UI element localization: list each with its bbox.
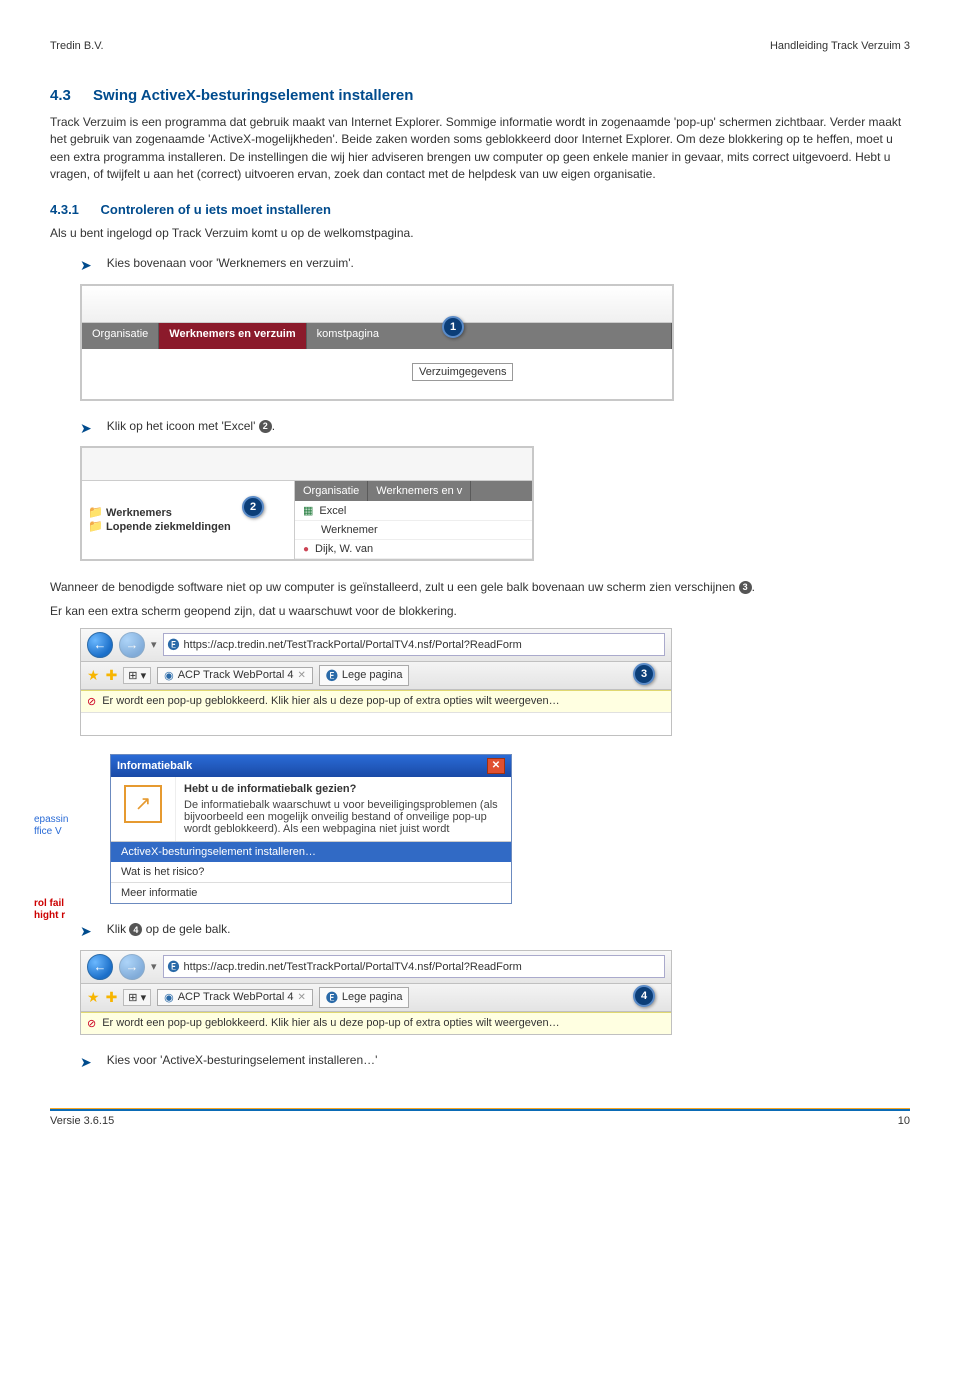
- header-company: Tredin B.V.: [50, 40, 104, 52]
- arrow-icon: ➤: [80, 1053, 92, 1073]
- blocked-icon: ⊘: [87, 695, 96, 708]
- subsection-heading: 4.3.1 Controleren of u iets moet install…: [50, 202, 910, 217]
- close-icon[interactable]: ✕: [297, 670, 305, 681]
- address-bar[interactable]: 🅔 https://acp.tredin.net/TestTrackPortal…: [163, 955, 665, 978]
- arrow-icon: ➤: [80, 256, 92, 276]
- browser-tab-lege[interactable]: 🅔Lege pagina: [319, 665, 410, 686]
- intro-paragraph: Track Verzuim is een programma dat gebru…: [50, 114, 910, 184]
- subsection-title: Controleren of u iets moet installeren: [101, 202, 331, 217]
- browser-tab-acp[interactable]: ◉ACP Track WebPortal 4✕: [157, 989, 313, 1006]
- popup-blocked-bar[interactable]: ⊘ Er wordt een pop-up geblokkeerd. Klik …: [81, 690, 671, 712]
- history-dropdown-icon[interactable]: ▾: [151, 960, 157, 973]
- nav-forward-button[interactable]: →: [119, 632, 145, 658]
- page-icon: 🅔: [168, 636, 180, 653]
- tab-organisatie[interactable]: Organisatie: [295, 481, 368, 501]
- screenshot-tabs: Organisatie Werknemers en verzuim komstp…: [80, 284, 674, 401]
- tab-werknemers-verzuim[interactable]: Werknemers en verzuim: [159, 323, 306, 349]
- footer-version: Versie 3.6.15: [50, 1115, 114, 1127]
- menu-more-info[interactable]: Meer informatie: [111, 882, 511, 903]
- callout-badge-3: 3: [633, 663, 655, 685]
- quick-tabs-icon[interactable]: ⊞ ▾: [123, 989, 151, 1006]
- row-excel[interactable]: ▦Excel: [295, 501, 532, 521]
- info-arrow-icon: ↗: [124, 785, 162, 823]
- section-number: 4.3: [50, 87, 71, 104]
- section-heading: 4.3 Swing ActiveX-besturingselement inst…: [50, 87, 910, 104]
- bullet-2: Klik op het icoon met 'Excel' 2.: [107, 419, 275, 433]
- footer-page-number: 10: [898, 1115, 910, 1127]
- bullet-1: Kies bovenaan voor 'Werknemers en verzui…: [107, 256, 354, 270]
- sidebar-item-lopende[interactable]: 📁 Lopende ziekmeldingen: [88, 519, 288, 533]
- add-favorite-icon[interactable]: ✚: [106, 989, 118, 1006]
- cropped-text-left: epassin ffice V rol fail hight r: [34, 814, 68, 922]
- nav-back-button[interactable]: ←: [87, 632, 113, 658]
- blocked-icon: ⊘: [87, 1017, 96, 1030]
- callout-badge-4: 4: [633, 985, 655, 1007]
- info-question: Hebt u de informatiebalk gezien?: [184, 783, 356, 795]
- quick-tabs-icon[interactable]: ⊞ ▾: [123, 667, 151, 684]
- folder-icon: 📁: [88, 519, 103, 533]
- screenshot-infobalk: Informatiebalk ✕ ↗ Hebt u de informatieb…: [110, 754, 512, 904]
- row-werknemer-header: Werknemer: [295, 521, 532, 540]
- arrow-icon: ➤: [80, 419, 92, 439]
- tab-werknemers[interactable]: Werknemers en v: [368, 481, 471, 501]
- history-dropdown-icon[interactable]: ▾: [151, 638, 157, 651]
- subsection-intro: Als u bent ingelogd op Track Verzuim kom…: [50, 225, 910, 242]
- callout-badge-2: 2: [242, 496, 264, 518]
- folder-icon: 📁: [88, 505, 103, 519]
- inline-badge-3: 3: [739, 581, 752, 594]
- browser-tab-lege[interactable]: 🅔Lege pagina: [319, 987, 410, 1008]
- popup-blocked-bar[interactable]: ⊘ Er wordt een pop-up geblokkeerd. Klik …: [81, 1012, 671, 1034]
- callout-badge-1: 1: [442, 316, 464, 338]
- nav-back-button[interactable]: ←: [87, 954, 113, 980]
- info-body-text: De informatiebalk waarschuwt u voor beve…: [184, 799, 503, 835]
- favorites-icon[interactable]: ★: [87, 989, 100, 1006]
- close-button[interactable]: ✕: [487, 758, 505, 774]
- header-doc-title: Handleiding Track Verzuim 3: [770, 40, 910, 52]
- page-icon: 🅔: [326, 667, 338, 684]
- page-icon: 🅔: [326, 989, 338, 1006]
- add-favorite-icon[interactable]: ✚: [106, 667, 118, 684]
- dropdown-verzuimgegevens[interactable]: Verzuimgegevens: [412, 363, 513, 381]
- tab-organisatie[interactable]: Organisatie: [82, 323, 159, 349]
- footer-rule: [50, 1108, 910, 1111]
- window-title: Informatiebalk: [117, 760, 192, 772]
- tab-welkomstpagina[interactable]: komstpagina: [307, 323, 672, 349]
- mid-paragraph-2: Er kan een extra scherm geopend zijn, da…: [50, 603, 910, 620]
- address-bar[interactable]: 🅔 https://acp.tredin.net/TestTrackPortal…: [163, 633, 665, 656]
- inline-badge-2: 2: [259, 420, 272, 433]
- inline-badge-4: 4: [129, 923, 142, 936]
- bullet-3: Klik 4 op de gele balk.: [107, 922, 231, 936]
- arrow-icon: ➤: [80, 922, 92, 942]
- menu-risk[interactable]: Wat is het risico?: [111, 862, 511, 882]
- screenshot-excel: 📁 Werknemers 📁 Lopende ziekmeldingen Org…: [80, 446, 534, 561]
- screenshot-ie-popup: ← → ▾ 🅔 https://acp.tredin.net/TestTrack…: [80, 628, 672, 736]
- favorites-icon[interactable]: ★: [87, 667, 100, 684]
- browser-tab-acp[interactable]: ◉ACP Track WebPortal 4✕: [157, 667, 313, 684]
- screenshot-ie-popup-2: ← → ▾ 🅔 https://acp.tredin.net/TestTrack…: [80, 950, 672, 1035]
- page-icon: 🅔: [168, 958, 180, 975]
- close-icon[interactable]: ✕: [297, 992, 305, 1003]
- row-person[interactable]: ●Dijk, W. van: [295, 540, 532, 559]
- excel-icon: ▦: [303, 504, 313, 517]
- bullet-4: Kies voor 'ActiveX-besturingselement ins…: [107, 1053, 378, 1067]
- nav-forward-button[interactable]: →: [119, 954, 145, 980]
- user-icon: ●: [303, 544, 309, 555]
- section-title: Swing ActiveX-besturingselement installe…: [93, 87, 413, 104]
- mid-paragraph-1: Wanneer de benodigde software niet op uw…: [50, 579, 910, 596]
- subsection-number: 4.3.1: [50, 202, 79, 217]
- menu-install-activex[interactable]: ActiveX-besturingselement installeren…: [111, 842, 511, 862]
